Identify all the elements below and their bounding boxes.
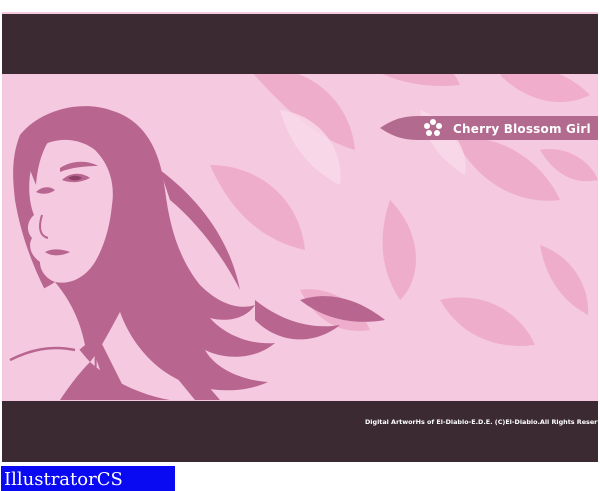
software-label: IllustratorCS xyxy=(1,466,175,491)
top-bar xyxy=(2,14,598,74)
bottom-bar xyxy=(2,401,598,462)
artwork-title: Cherry Blossom Girl xyxy=(453,122,591,136)
copyright-text: Digital ArtworHs of El-Diablo-E.D.E. (C)… xyxy=(365,418,600,426)
artwork-illustration: Cherry Blossom Girl Digital ArtworHs of … xyxy=(0,0,600,491)
artwork-canvas: Cherry Blossom Girl Digital ArtworHs of … xyxy=(0,0,600,491)
title-tab: Cherry Blossom Girl xyxy=(380,116,598,140)
